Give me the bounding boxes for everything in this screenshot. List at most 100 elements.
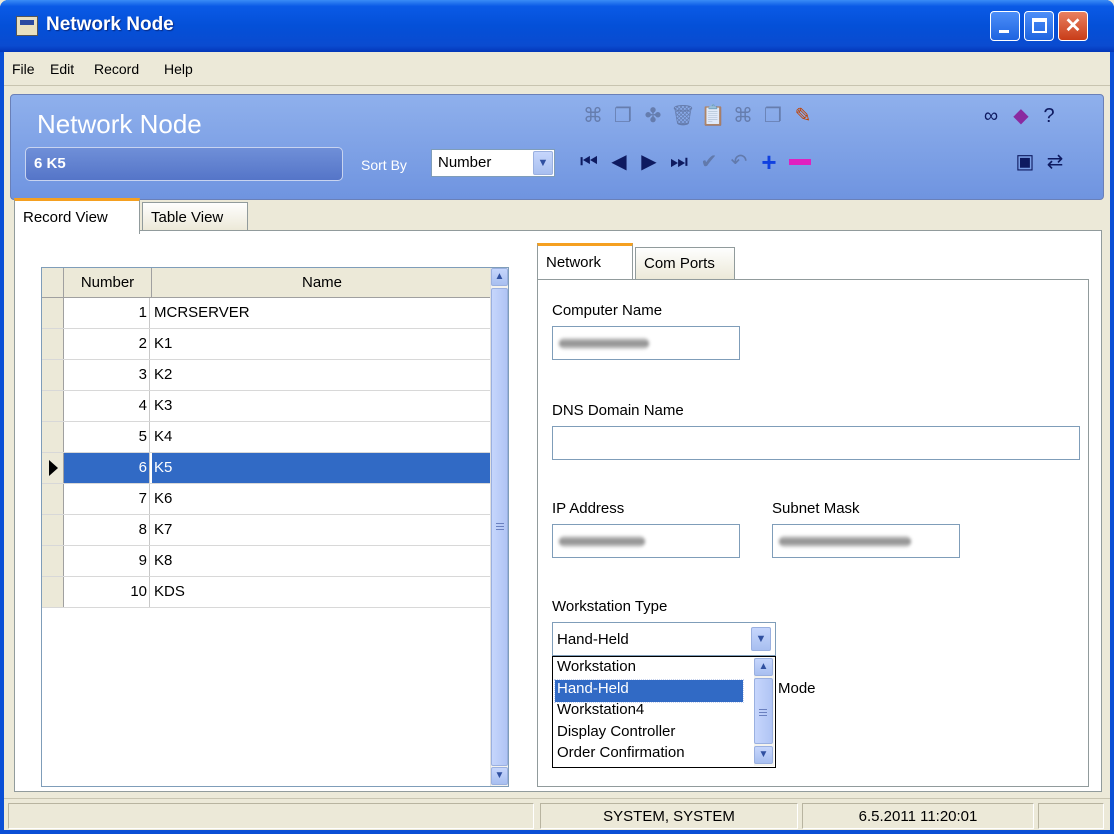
cell-number[interactable]: 2 bbox=[64, 329, 150, 359]
scroll-down-button[interactable]: ▼ bbox=[491, 767, 508, 785]
tab-network[interactable]: Network bbox=[537, 243, 633, 279]
table-row[interactable]: 6 K5 bbox=[42, 453, 492, 484]
book-icon[interactable]: ◆ bbox=[1007, 103, 1035, 129]
menu-help[interactable]: Help bbox=[164, 61, 193, 77]
tab-com-ports[interactable]: Com Ports bbox=[635, 247, 735, 279]
next-record-icon[interactable]: ▶ bbox=[635, 149, 663, 175]
binoculars-icon[interactable]: ∞ bbox=[977, 103, 1005, 129]
dropdown-scrollbar[interactable]: ▲ ▼ bbox=[754, 658, 774, 766]
maximize-icon bbox=[1032, 18, 1047, 33]
sort-by-label: Sort By bbox=[361, 157, 407, 173]
cell-number[interactable]: 6 bbox=[64, 453, 150, 483]
row-selector[interactable] bbox=[42, 298, 64, 328]
transfer-icon[interactable]: ⇄ bbox=[1041, 149, 1069, 175]
scroll-down-button[interactable]: ▼ bbox=[754, 746, 773, 764]
remove-record-icon[interactable] bbox=[785, 149, 813, 175]
row-selector[interactable] bbox=[42, 546, 64, 576]
dropdown-option[interactable]: Workstation bbox=[555, 658, 743, 680]
dropdown-option[interactable]: Hand-Held bbox=[554, 678, 744, 703]
table-row[interactable]: 7 K6 bbox=[42, 484, 492, 515]
resize-grip[interactable] bbox=[1038, 803, 1104, 829]
scroll-thumb[interactable] bbox=[754, 678, 773, 744]
row-selector[interactable] bbox=[42, 577, 64, 607]
table-row[interactable]: 8 K7 bbox=[42, 515, 492, 546]
cell-name[interactable]: K7 bbox=[152, 515, 492, 545]
cell-name[interactable]: K3 bbox=[152, 391, 492, 421]
grid-scrollbar[interactable]: ▲ ▼ bbox=[490, 268, 508, 786]
title-bar[interactable]: Network Node ✕ bbox=[0, 0, 1114, 52]
cell-name[interactable]: K1 bbox=[152, 329, 492, 359]
ip-address-field[interactable] bbox=[552, 524, 740, 558]
table-row[interactable]: 5 K4 bbox=[42, 422, 492, 453]
previous-record-icon[interactable]: ◀ bbox=[605, 149, 633, 175]
cell-name[interactable]: MCRSERVER bbox=[152, 298, 492, 328]
tab-table-view[interactable]: Table View bbox=[142, 202, 248, 230]
menu-file[interactable]: File bbox=[12, 61, 35, 77]
cell-name[interactable]: K5 bbox=[152, 453, 492, 483]
subnet-mask-field[interactable] bbox=[772, 524, 960, 558]
find-record-icon[interactable]: ⌘ bbox=[729, 103, 757, 129]
cell-name[interactable]: K2 bbox=[152, 360, 492, 390]
menu-record[interactable]: Record bbox=[94, 61, 139, 77]
cell-name[interactable]: K6 bbox=[152, 484, 492, 514]
column-header-number[interactable]: Number bbox=[64, 268, 152, 298]
cell-name[interactable]: K8 bbox=[152, 546, 492, 576]
column-header-name[interactable]: Name bbox=[152, 268, 492, 298]
cell-name[interactable]: KDS bbox=[152, 577, 492, 607]
cell-number[interactable]: 7 bbox=[64, 484, 150, 514]
table-row[interactable]: 9 K8 bbox=[42, 546, 492, 577]
table-row[interactable]: 10 KDS bbox=[42, 577, 492, 608]
chevron-down-icon[interactable]: ▼ bbox=[533, 151, 553, 175]
scroll-thumb[interactable] bbox=[491, 288, 508, 766]
copy-record-icon[interactable]: ❐ bbox=[759, 103, 787, 129]
row-selector[interactable] bbox=[42, 360, 64, 390]
cell-name[interactable]: K4 bbox=[152, 422, 492, 452]
undo-icon[interactable]: ↶ bbox=[725, 149, 753, 175]
cell-number[interactable]: 10 bbox=[64, 577, 150, 607]
cell-number[interactable]: 4 bbox=[64, 391, 150, 421]
scroll-up-button[interactable]: ▲ bbox=[491, 268, 508, 286]
clear-icon[interactable]: ✎ bbox=[789, 103, 817, 129]
last-record-icon[interactable]: ⏭ bbox=[665, 149, 693, 175]
find-icon[interactable]: ⌘ bbox=[579, 103, 607, 129]
tab-record-view[interactable]: Record View bbox=[14, 198, 140, 234]
row-selector[interactable] bbox=[42, 422, 64, 452]
row-selector[interactable] bbox=[42, 484, 64, 514]
table-row[interactable]: 1 MCRSERVER bbox=[42, 298, 492, 329]
table-row[interactable]: 2 K1 bbox=[42, 329, 492, 360]
add-record-icon[interactable]: + bbox=[755, 149, 783, 175]
display-icon[interactable]: ▣ bbox=[1011, 149, 1039, 175]
first-record-icon[interactable]: ⏮ bbox=[575, 149, 603, 175]
row-selector[interactable] bbox=[42, 329, 64, 359]
row-selector[interactable] bbox=[42, 391, 64, 421]
help-pointer-icon[interactable]: ? bbox=[1035, 103, 1063, 129]
close-button[interactable]: ✕ bbox=[1058, 11, 1088, 41]
scroll-up-button[interactable]: ▲ bbox=[754, 658, 773, 676]
confirm-icon[interactable]: ✔ bbox=[695, 149, 723, 175]
cell-number[interactable]: 9 bbox=[64, 546, 150, 576]
chevron-down-icon[interactable]: ▼ bbox=[751, 627, 771, 651]
delete-icon[interactable]: 🗑 bbox=[669, 103, 697, 129]
minimize-button[interactable] bbox=[990, 11, 1020, 41]
row-selector[interactable] bbox=[42, 515, 64, 545]
replace-icon[interactable]: ✤ bbox=[639, 103, 667, 129]
cell-number[interactable]: 3 bbox=[64, 360, 150, 390]
dropdown-option[interactable]: Display Controller bbox=[555, 723, 743, 745]
dropdown-option[interactable]: Order Confirmation bbox=[555, 744, 743, 766]
row-selector[interactable] bbox=[42, 453, 64, 483]
paste-icon[interactable]: 📋 bbox=[699, 103, 727, 129]
computer-name-field[interactable] bbox=[552, 326, 740, 360]
cell-number[interactable]: 8 bbox=[64, 515, 150, 545]
computer-name-label: Computer Name bbox=[552, 302, 663, 319]
maximize-button[interactable] bbox=[1024, 11, 1054, 41]
dns-domain-field[interactable] bbox=[552, 426, 1080, 460]
sort-by-select[interactable]: Number ▼ bbox=[431, 149, 555, 177]
workstation-type-select[interactable]: Hand-Held ▼ bbox=[552, 622, 776, 656]
table-row[interactable]: 4 K3 bbox=[42, 391, 492, 422]
menu-edit[interactable]: Edit bbox=[50, 61, 74, 77]
cell-number[interactable]: 1 bbox=[64, 298, 150, 328]
dropdown-option[interactable]: Workstation4 bbox=[555, 701, 743, 723]
table-row[interactable]: 3 K2 bbox=[42, 360, 492, 391]
cell-number[interactable]: 5 bbox=[64, 422, 150, 452]
copy-icon[interactable]: ❐ bbox=[609, 103, 637, 129]
